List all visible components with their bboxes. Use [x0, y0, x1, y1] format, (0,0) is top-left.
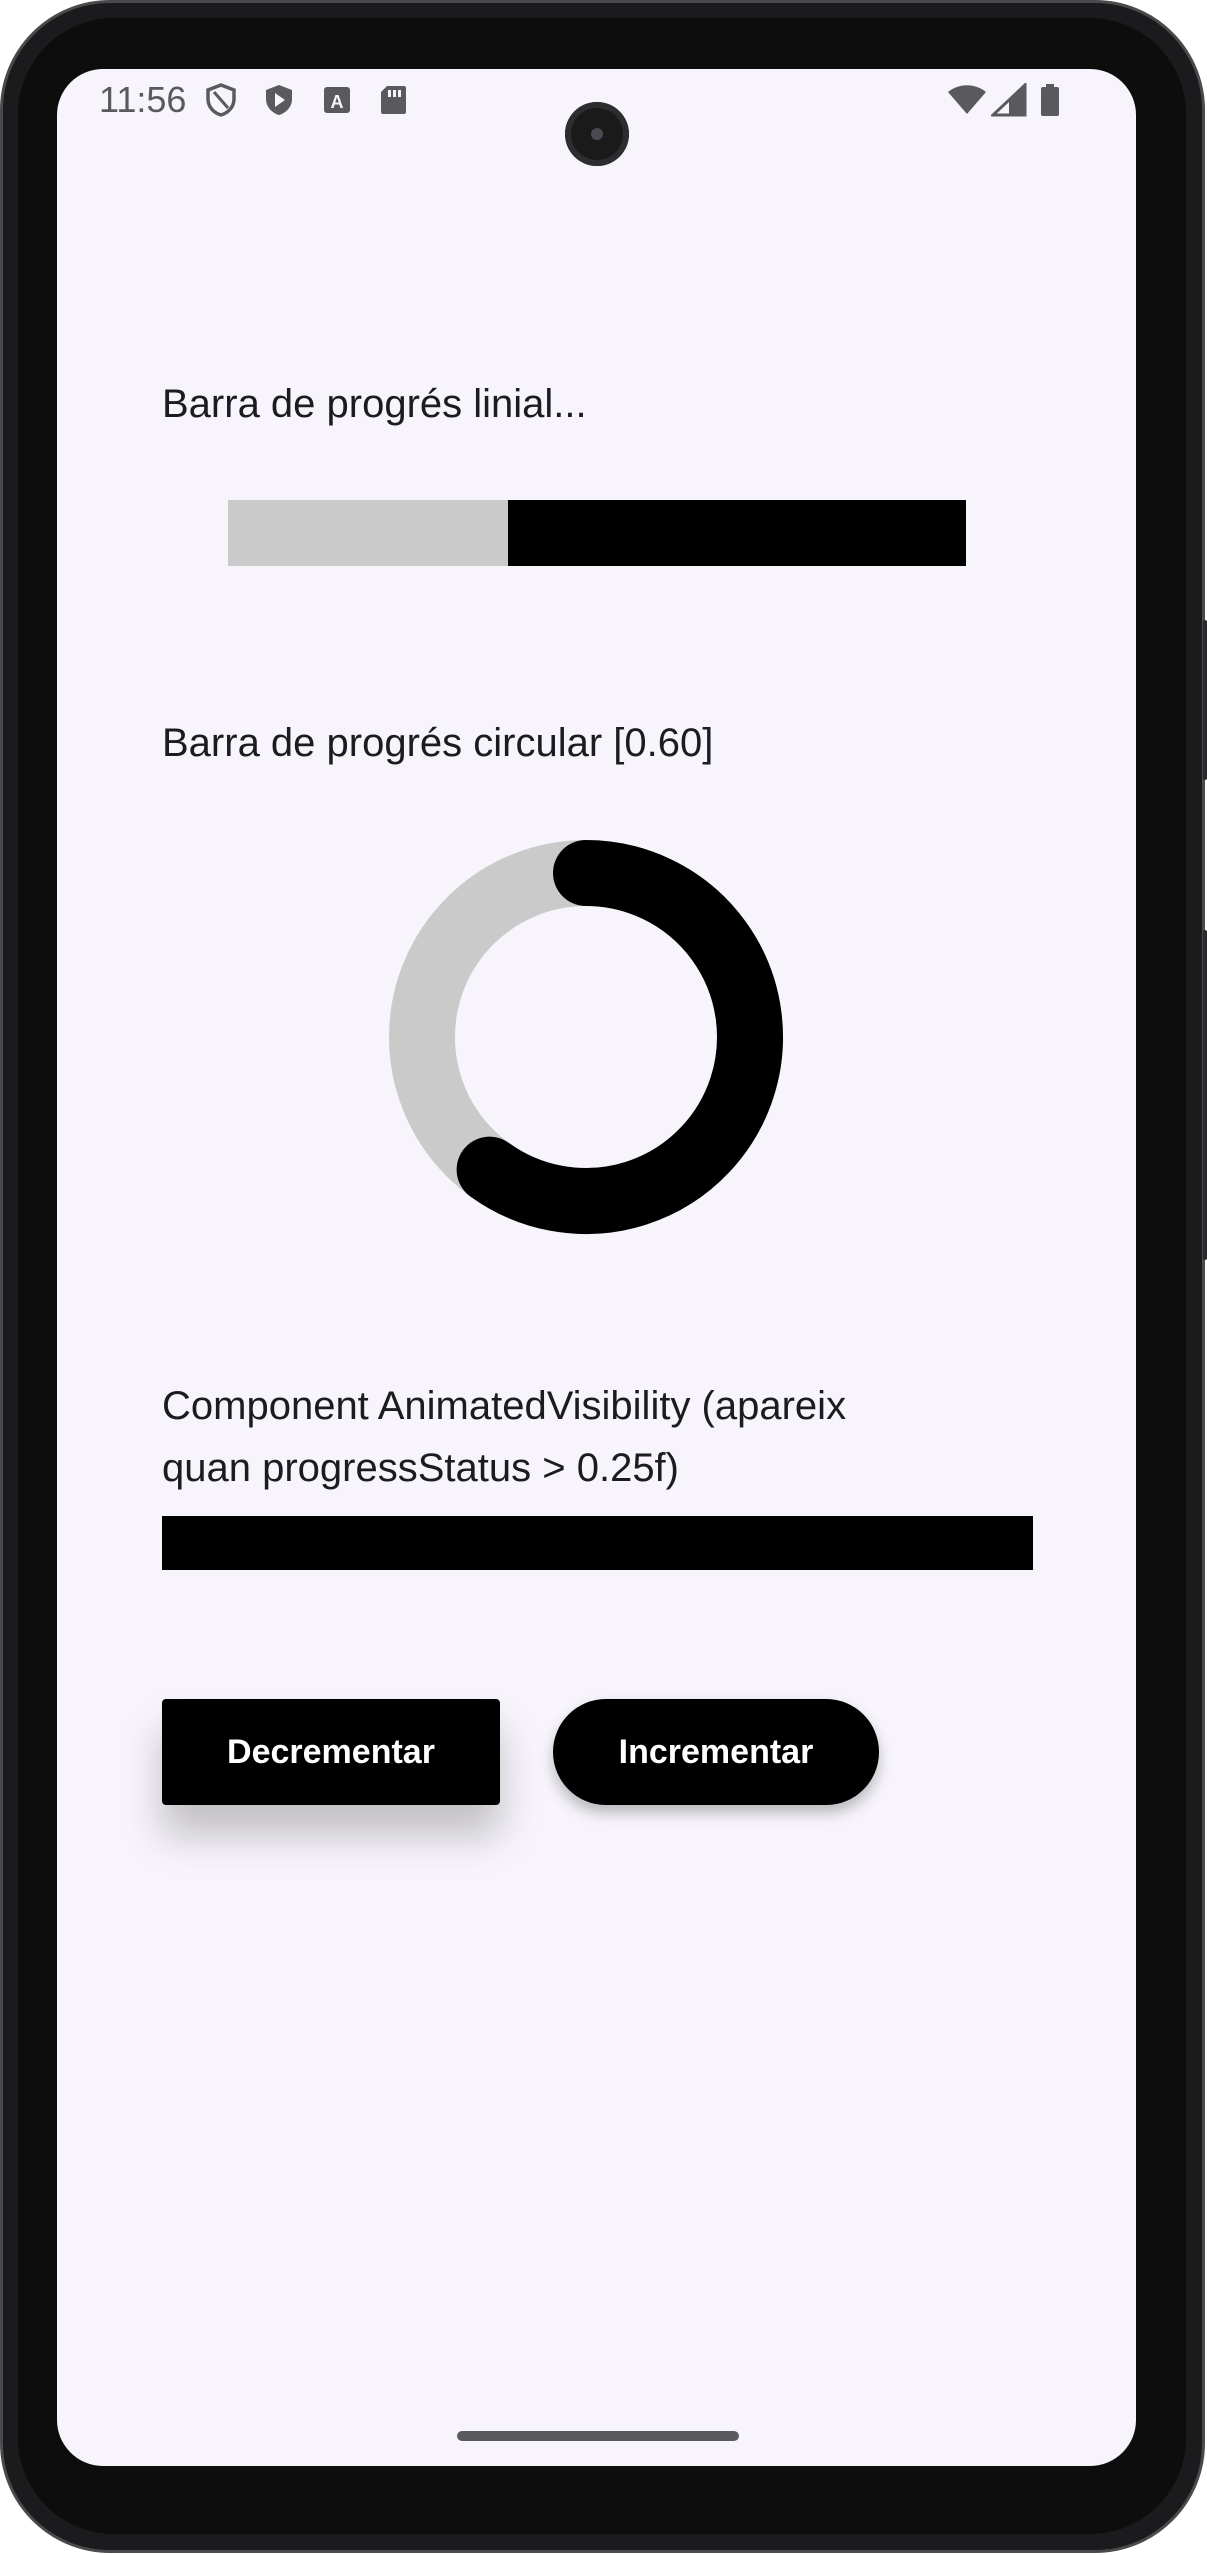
circular-progress-label: Barra de progrés circular [0.60]	[162, 721, 714, 765]
visibility-label-line-1: Component AnimatedVisibility (apareix	[162, 1384, 847, 1428]
home-indicator[interactable]	[457, 2431, 739, 2441]
increment-button[interactable]: Incrementar	[553, 1699, 879, 1805]
decrement-button[interactable]: Decrementar	[162, 1699, 500, 1805]
linear-progress-label: Barra de progrés linial...	[162, 382, 587, 426]
sd-card-icon	[381, 86, 406, 114]
power-button	[1203, 620, 1207, 780]
svg-text:A: A	[331, 92, 344, 112]
signal-icon	[991, 83, 1027, 117]
linear-progress-remaining	[228, 500, 509, 566]
shield-outline-icon	[206, 83, 236, 117]
app-screen: 11:56 A Barra de progrés linial... Barra…	[57, 69, 1136, 2466]
device: 11:56 A Barra de progrés linial... Barra…	[0, 0, 1207, 2555]
circular-progress-indicator	[389, 840, 783, 1234]
wifi-icon	[948, 85, 986, 114]
a-square-icon: A	[324, 87, 350, 113]
front-camera	[565, 102, 629, 166]
battery-icon	[1041, 84, 1059, 116]
status-time: 11:56	[99, 79, 187, 120]
volume-button	[1203, 930, 1207, 1260]
animated-visibility-bar	[162, 1516, 1033, 1570]
visibility-label: Component AnimatedVisibility (apareix qu…	[162, 1375, 846, 1499]
shield-play-icon	[266, 85, 292, 115]
linear-progress-bar	[228, 500, 966, 566]
visibility-label-line-2: quan progressStatus > 0.25f)	[162, 1446, 679, 1490]
circular-progress-arc	[456, 840, 783, 1234]
